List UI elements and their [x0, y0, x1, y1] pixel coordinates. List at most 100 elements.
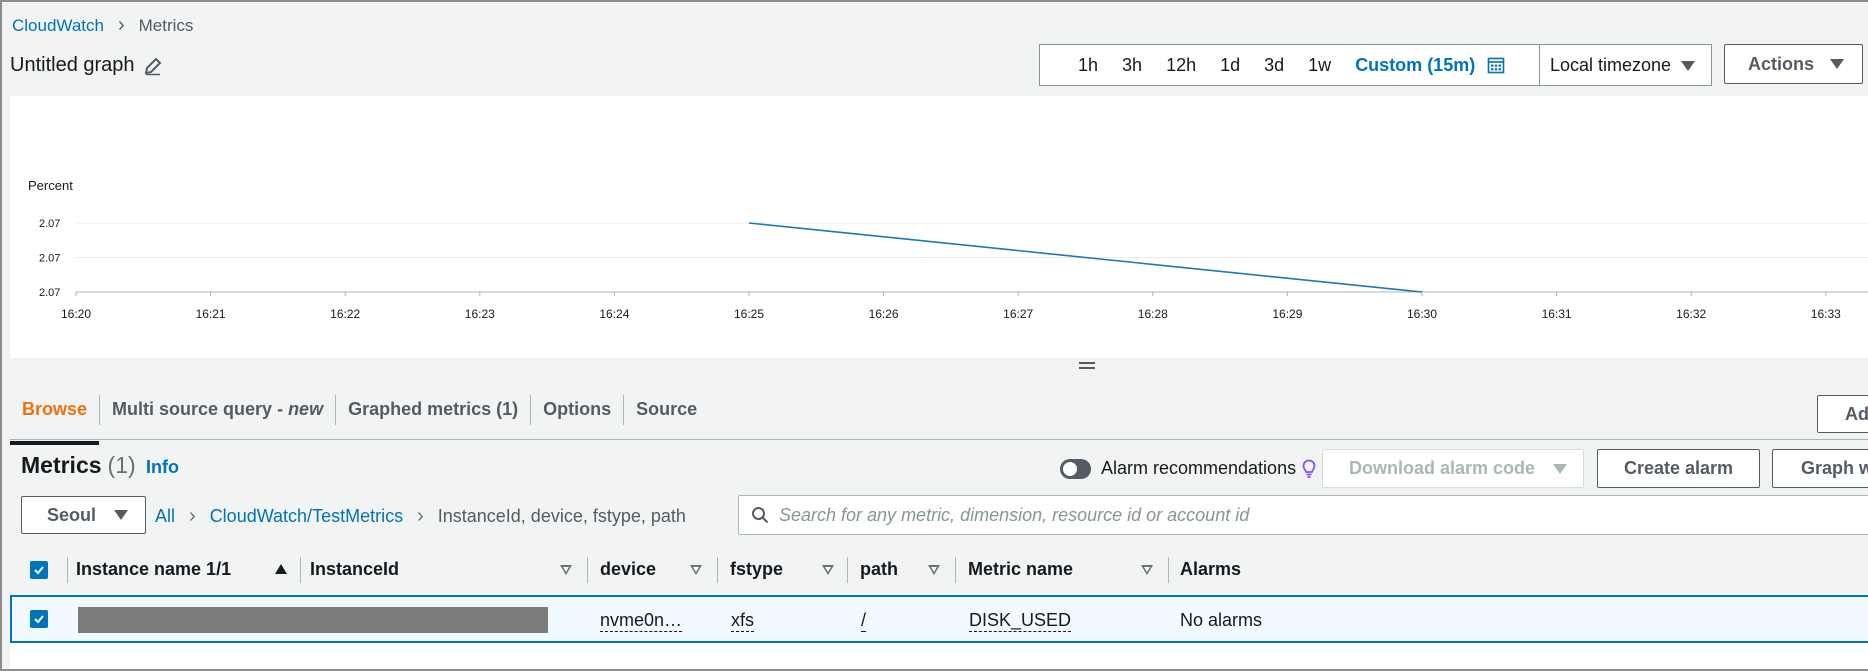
lightbulb-icon	[1302, 459, 1316, 478]
column-divider	[300, 557, 301, 583]
sort-icon[interactable]	[1141, 565, 1153, 575]
checkmark-icon	[34, 566, 44, 575]
cell-fstype[interactable]: xfs	[731, 610, 755, 632]
caret-down-icon	[114, 510, 129, 520]
tab-source-label: Source	[636, 399, 698, 419]
sort-icon[interactable]	[928, 565, 940, 575]
range-1d-button[interactable]: 1d	[1208, 55, 1252, 76]
sort-icon[interactable]	[690, 565, 702, 575]
region-label: Seoul	[47, 504, 97, 525]
x-tick-label: 16:21	[196, 307, 226, 321]
tab-graphed-label: Graphed metrics (1)	[348, 399, 519, 419]
x-tick-label: 16:30	[1407, 307, 1437, 321]
tab-multi-source-query[interactable]: Multi source query - new	[100, 394, 337, 425]
cell-metric-name[interactable]: DISK_USED	[969, 610, 1072, 632]
tab-options[interactable]: Options	[531, 394, 625, 425]
app-frame: CloudWatch › Metrics Untitled graph 1h 3…	[0, 0, 1868, 671]
alarm-recommendations: Alarm recommendations	[1101, 458, 1316, 479]
table-row[interactable]: nvme0n… xfs / DISK_USED No alarms	[10, 595, 1868, 643]
y-tick-label: 2.07	[39, 218, 60, 230]
info-link[interactable]: Info	[146, 457, 179, 478]
tab-source[interactable]: Source	[624, 395, 709, 425]
column-divider	[1168, 557, 1169, 583]
metrics-heading: Metrics (1)	[21, 452, 136, 479]
column-header-alarms: Alarms	[1180, 559, 1242, 579]
timezone-select[interactable]: Local timezone	[1539, 44, 1712, 86]
range-12h-button[interactable]: 12h	[1154, 55, 1208, 76]
tab-browse-label: Browse	[22, 399, 88, 419]
x-tick-label: 16:20	[61, 307, 91, 321]
sort-icon[interactable]	[560, 565, 572, 575]
namespace-breadcrumb: All › CloudWatch/TestMetrics › InstanceI…	[155, 505, 686, 528]
breadcrumb-current: Metrics	[138, 15, 194, 35]
region-select[interactable]: Seoul	[21, 496, 146, 534]
x-tick-label: 16:31	[1542, 307, 1572, 321]
x-tick-label: 16:29	[1272, 307, 1302, 321]
metrics-title: Metrics	[21, 452, 102, 478]
graph-title: Untitled graph	[10, 54, 135, 76]
cell-alarms: No alarms	[1180, 610, 1263, 630]
breadcrumb: CloudWatch › Metrics	[12, 14, 193, 37]
column-header-instance-name[interactable]: Instance name 1/1	[76, 559, 231, 580]
graph-with-search-button[interactable]: Graph w	[1772, 449, 1868, 488]
tab-multi-source-label: Multi source query -	[112, 399, 284, 419]
tab-new-badge: new	[288, 399, 324, 419]
graph-with-label: Graph w	[1801, 458, 1868, 478]
column-header-device[interactable]: device	[600, 559, 656, 580]
caret-down-icon	[1830, 59, 1845, 69]
time-range-selector: 1h 3h 12h 1d 3d 1w Custom (15m)	[1039, 44, 1540, 86]
sort-icon[interactable]	[822, 565, 834, 575]
row-checkbox[interactable]	[30, 610, 48, 628]
range-custom-button[interactable]: Custom (15m)	[1343, 55, 1487, 76]
select-all-checkbox[interactable]	[30, 561, 48, 579]
checkmark-icon	[34, 615, 44, 624]
x-tick-label: 16:24	[599, 307, 629, 321]
range-1h-button[interactable]: 1h	[1066, 55, 1110, 76]
y-axis-label: Percent	[28, 178, 73, 193]
column-divider	[717, 557, 718, 583]
column-divider	[955, 557, 956, 583]
breadcrumb-cloudwatch-link[interactable]: CloudWatch	[12, 16, 104, 36]
search-input[interactable]	[779, 504, 1859, 526]
chart-panel: Percent 2.07 2.07 2.07 16:20 16:21 16:22 16:23 1…	[10, 96, 1868, 358]
crumb-all-link[interactable]: All	[155, 506, 175, 527]
metric-search	[738, 495, 1868, 535]
add-math-button[interactable]: Ad	[1817, 395, 1868, 433]
actions-button[interactable]: Actions	[1724, 44, 1863, 84]
x-tick-label: 16:32	[1676, 307, 1706, 321]
chevron-right-icon: ›	[417, 505, 424, 527]
metrics-count: (1)	[107, 452, 136, 478]
range-3d-button[interactable]: 3d	[1252, 55, 1296, 76]
create-alarm-label: Create alarm	[1623, 458, 1734, 478]
download-alarm-code-button[interactable]: Download alarm code	[1322, 449, 1584, 488]
column-header-fstype[interactable]: fstype	[730, 559, 783, 580]
create-alarm-button[interactable]: Create alarm	[1597, 449, 1760, 488]
range-3h-button[interactable]: 3h	[1110, 55, 1154, 76]
column-header-metric-name[interactable]: Metric name	[968, 559, 1073, 580]
y-tick-label: 2.07	[39, 253, 60, 265]
cell-path[interactable]: /	[861, 610, 867, 632]
calendar-icon[interactable]	[1487, 56, 1505, 74]
graph-title-row: Untitled graph	[10, 54, 163, 77]
chevron-right-icon: ›	[117, 14, 125, 36]
line-chart: Percent2.072.072.0716:20 16:21 16:22 16:23 1…	[28, 178, 1868, 321]
metrics-table: Instance name 1/1 InstanceId device fsty…	[10, 547, 1868, 643]
x-tick-label: 16:22	[330, 307, 360, 321]
column-divider	[67, 557, 68, 583]
x-tick-label: 16:33	[1811, 307, 1841, 321]
x-tick-label: 16:28	[1138, 307, 1168, 321]
tab-graphed-metrics[interactable]: Graphed metrics (1)	[336, 394, 532, 425]
resize-handle-icon[interactable]	[1079, 362, 1095, 372]
sort-ascending-icon[interactable]	[275, 564, 287, 574]
column-divider	[847, 557, 848, 583]
range-1w-button[interactable]: 1w	[1296, 55, 1343, 76]
tab-options-label: Options	[543, 399, 612, 419]
tab-browse[interactable]: Browse	[10, 394, 101, 445]
cell-device[interactable]: nvme0n…	[600, 610, 683, 632]
crumb-namespace-link[interactable]: CloudWatch/TestMetrics	[210, 506, 403, 527]
pencil-icon[interactable]	[143, 56, 163, 76]
alarm-recommendations-toggle[interactable]	[1060, 459, 1091, 479]
column-header-instance-id[interactable]: InstanceId	[310, 559, 399, 580]
x-tick-label: 16:25	[734, 307, 764, 321]
column-header-path[interactable]: path	[860, 559, 898, 580]
